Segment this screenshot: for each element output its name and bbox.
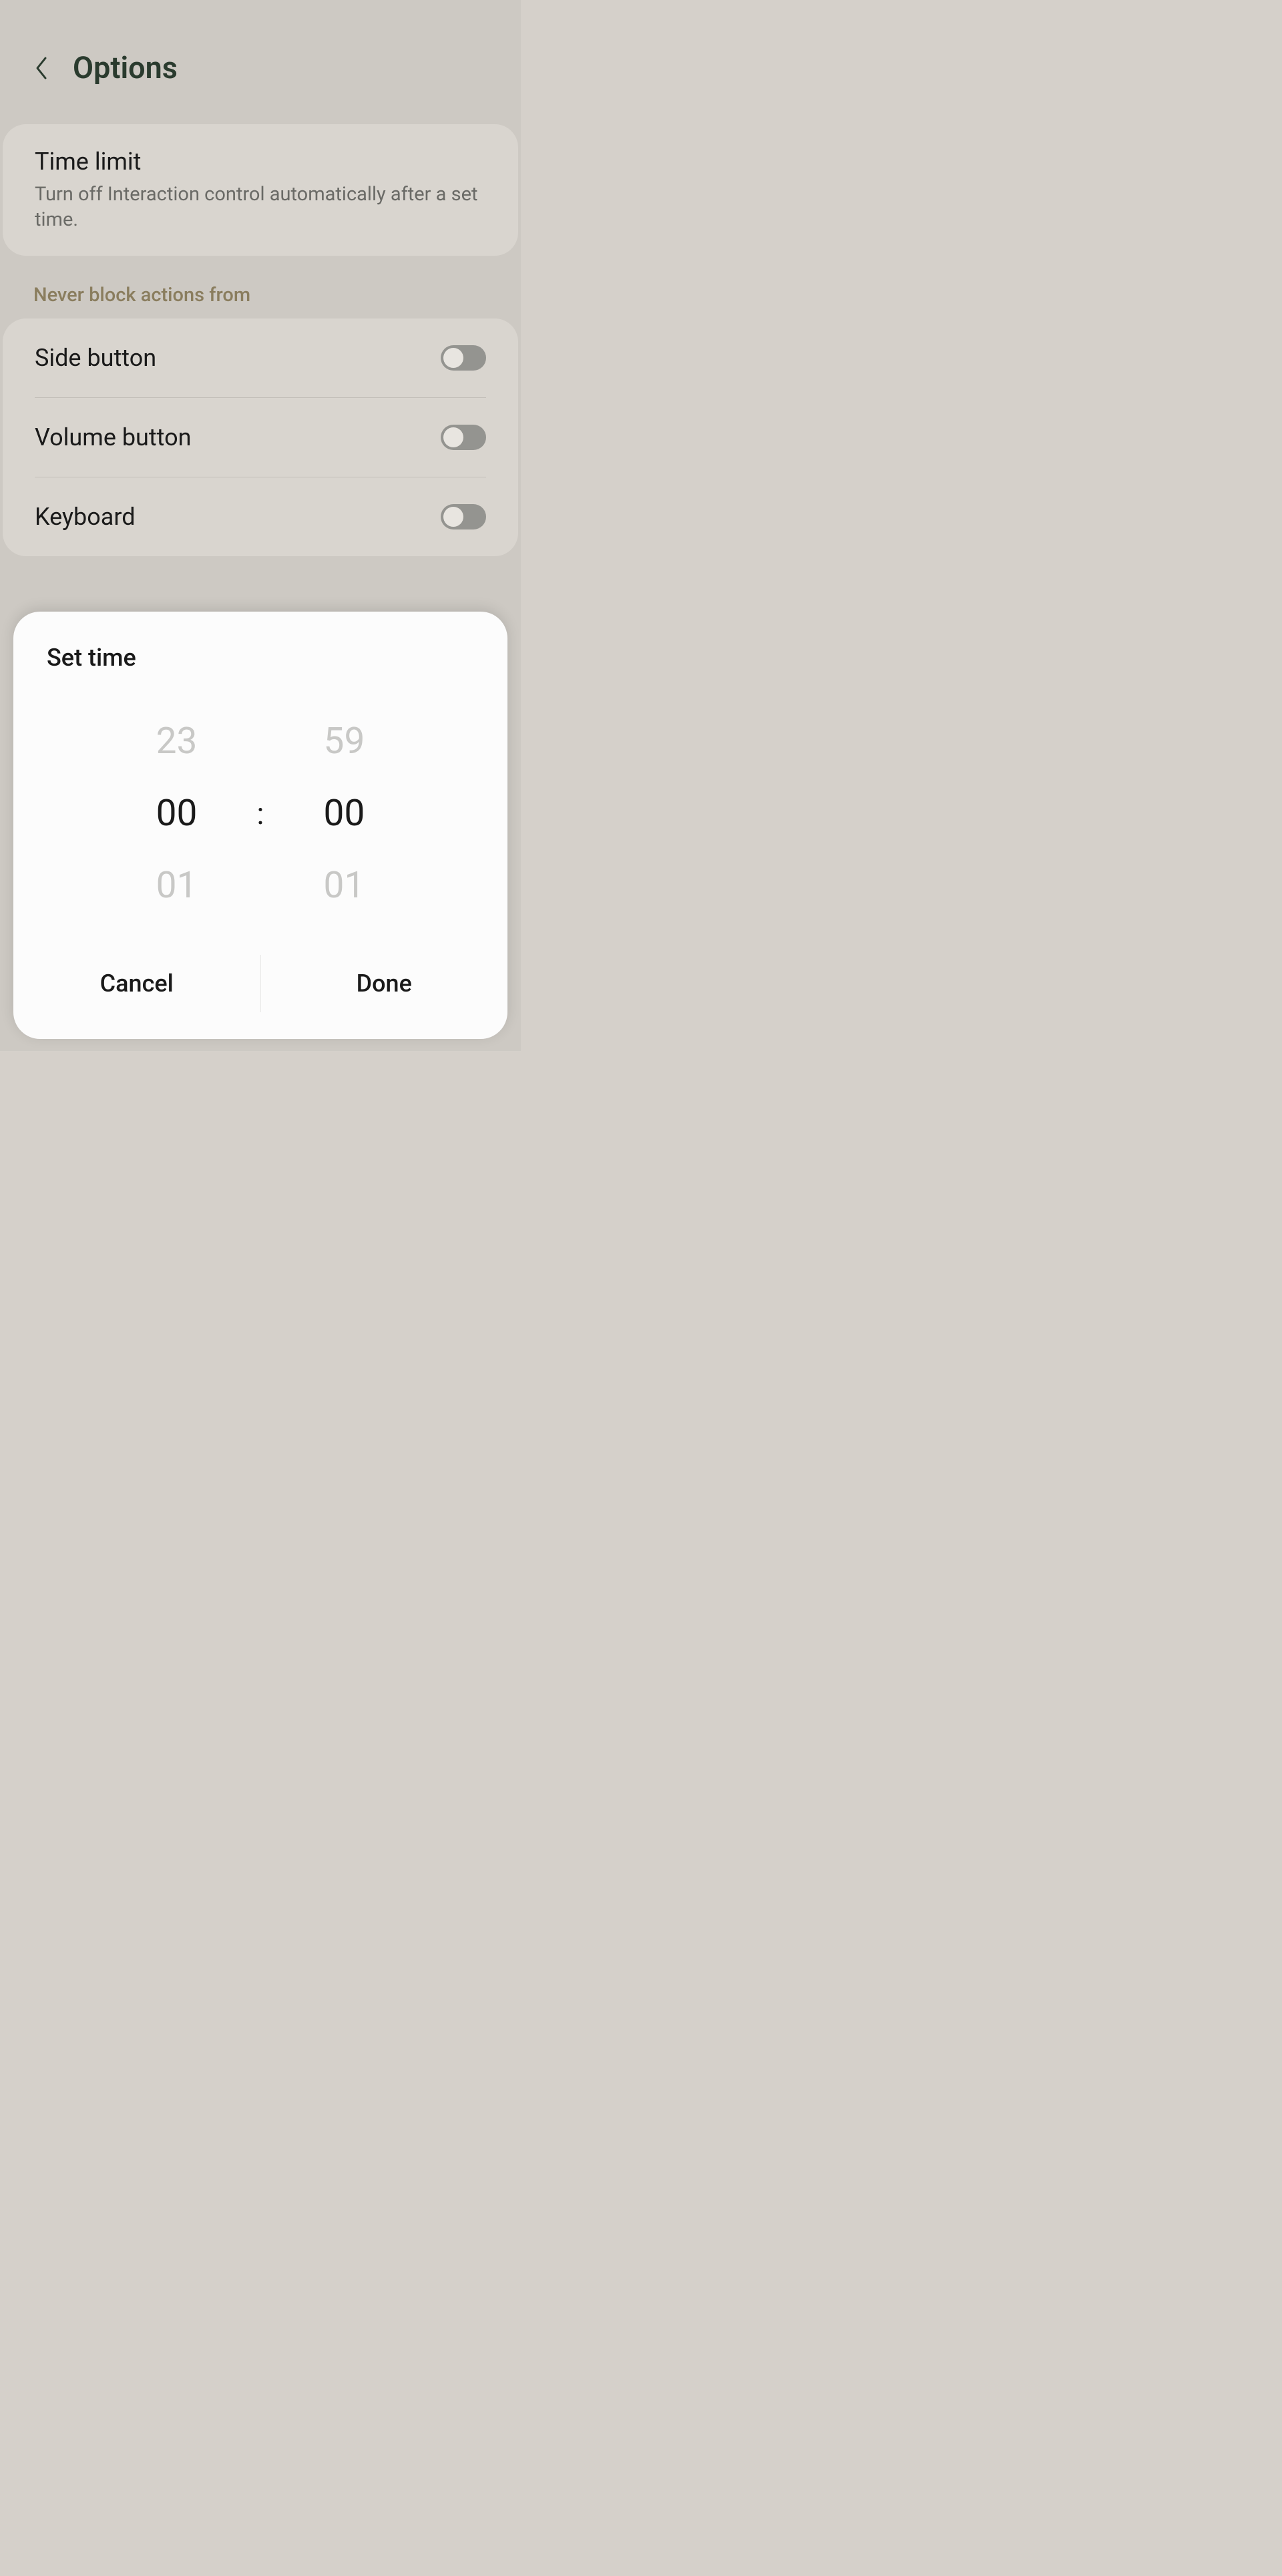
keyboard-label: Keyboard <box>35 503 136 531</box>
done-button[interactable]: Done <box>261 955 508 1012</box>
dialog-title: Set time <box>13 644 507 698</box>
dialog-buttons: Cancel Done <box>13 941 507 1039</box>
page-title: Options <box>73 50 178 85</box>
page-header: Options <box>0 0 521 112</box>
keyboard-toggle[interactable] <box>441 504 486 529</box>
minutes-picker[interactable]: 59 00 01 <box>270 705 417 921</box>
toggle-knob <box>443 427 463 447</box>
hours-selected: 00 <box>103 777 250 849</box>
time-limit-subtitle: Turn off Interaction control automatical… <box>35 182 486 232</box>
side-button-row[interactable]: Side button <box>35 318 486 398</box>
keyboard-row[interactable]: Keyboard <box>35 477 486 556</box>
volume-button-label: Volume button <box>35 423 192 451</box>
set-time-dialog: Set time 23 00 01 : 59 00 01 Cancel Done <box>13 612 507 1039</box>
hours-picker[interactable]: 23 00 01 <box>103 705 250 921</box>
section-label: Never block actions from <box>0 256 521 318</box>
toggle-knob <box>443 507 463 527</box>
side-button-toggle[interactable] <box>441 345 486 371</box>
time-limit-title: Time limit <box>35 148 486 176</box>
volume-button-row[interactable]: Volume button <box>35 398 486 477</box>
time-picker: 23 00 01 : 59 00 01 <box>13 698 507 941</box>
toggles-card: Side button Volume button Keyboard <box>3 318 518 556</box>
time-separator: : <box>250 796 271 831</box>
toggle-knob <box>443 348 463 368</box>
minutes-selected: 00 <box>270 777 417 849</box>
cancel-button[interactable]: Cancel <box>13 955 261 1012</box>
hours-below: 01 <box>103 849 250 921</box>
back-icon[interactable] <box>33 55 49 81</box>
volume-button-toggle[interactable] <box>441 425 486 450</box>
side-button-label: Side button <box>35 344 156 372</box>
hours-above: 23 <box>103 705 250 777</box>
time-limit-card[interactable]: Time limit Turn off Interaction control … <box>3 124 518 256</box>
minutes-below: 01 <box>270 849 417 921</box>
minutes-above: 59 <box>270 705 417 777</box>
